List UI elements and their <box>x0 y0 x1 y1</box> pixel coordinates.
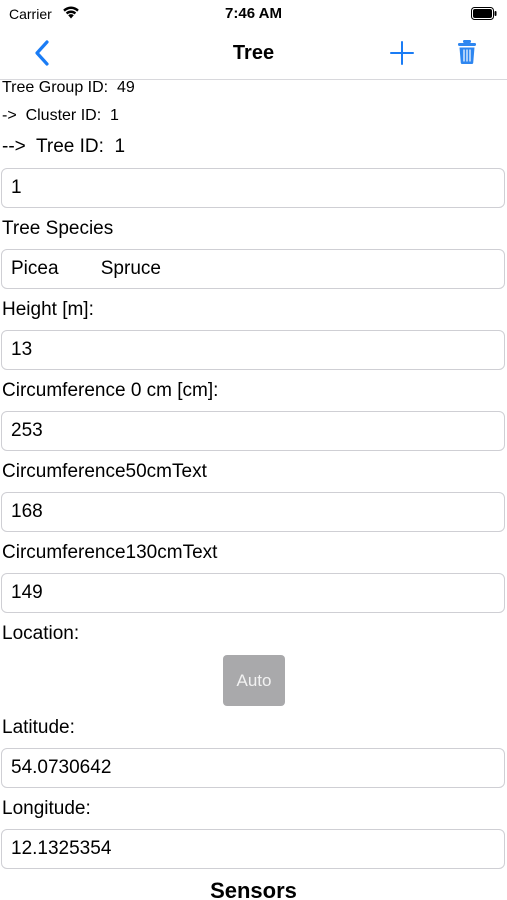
height-label: Height [m]: <box>2 299 94 320</box>
location-label: Location: <box>2 623 80 644</box>
circumference-130cm-label: Circumference130cmText <box>2 542 218 563</box>
auto-location-button[interactable]: Auto <box>223 655 285 706</box>
page-title: Tree <box>232 42 275 64</box>
circumference-130cm-input[interactable] <box>1 573 505 613</box>
circumference-0cm-label: Circumference 0 cm [cm]: <box>2 380 219 401</box>
status-bar: Carrier 7:46 AM <box>0 0 507 28</box>
tree-id-label: --> Tree ID: 1 <box>2 136 126 157</box>
sensors-section-title: Sensors <box>210 878 297 900</box>
circumference-0cm-input[interactable] <box>1 411 505 451</box>
status-time: 7:46 AM <box>225 5 282 22</box>
tree-id-input[interactable] <box>1 168 505 208</box>
cluster-id-label: -> Cluster ID: 1 <box>2 107 119 124</box>
longitude-input[interactable] <box>1 829 505 869</box>
tree-species-field[interactable]: Picea Spruce <box>1 249 505 289</box>
trash-icon[interactable] <box>456 39 478 65</box>
battery-icon <box>471 7 497 20</box>
circumference-50cm-input[interactable] <box>1 492 505 532</box>
height-input[interactable] <box>1 330 505 370</box>
latitude-input[interactable] <box>1 748 505 788</box>
add-icon[interactable] <box>388 39 416 67</box>
longitude-label: Longitude: <box>2 798 91 819</box>
tree-detail-screen: Carrier 7:46 AM Tree Tree Group ID: 49 -… <box>0 0 507 900</box>
tree-species-label: Tree Species <box>2 218 114 239</box>
latitude-label: Latitude: <box>2 717 75 738</box>
navigation-bar: Tree <box>0 28 507 80</box>
tree-group-id-label: Tree Group ID: 49 <box>2 79 135 96</box>
circumference-50cm-label: Circumference50cmText <box>2 461 207 482</box>
